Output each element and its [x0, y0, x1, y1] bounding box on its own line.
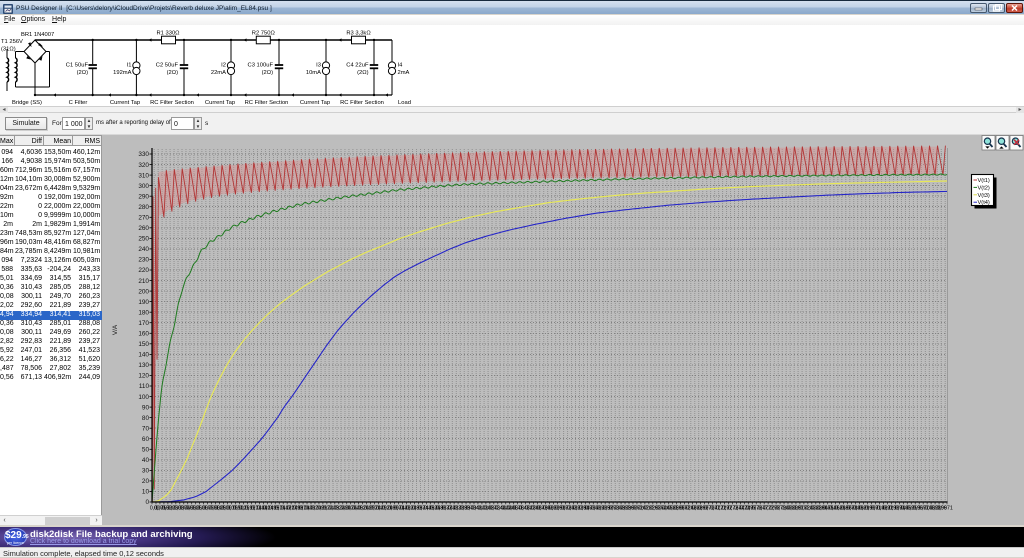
svg-text:130: 130 — [138, 362, 149, 369]
svg-text:170: 170 — [138, 320, 149, 327]
svg-text:320: 320 — [138, 162, 149, 169]
svg-text:110: 110 — [139, 383, 150, 390]
svg-text:R3 3,3kΩ: R3 3,3kΩ — [346, 31, 371, 37]
svg-text:V(t2): V(t2) — [978, 185, 990, 191]
svg-text:20: 20 — [142, 478, 150, 485]
svg-text:280: 280 — [138, 204, 149, 211]
svg-text:R2 750Ω: R2 750Ω — [252, 31, 276, 37]
svg-text:200: 200 — [138, 288, 149, 295]
svg-text:(2Ω): (2Ω) — [357, 70, 368, 76]
svg-text:I2: I2 — [221, 63, 226, 69]
svg-text:210: 210 — [138, 278, 149, 285]
svg-text:BR1 1N4007: BR1 1N4007 — [21, 32, 54, 38]
svg-text:R1 330Ω: R1 330Ω — [156, 31, 180, 37]
svg-text:50: 50 — [142, 447, 150, 454]
svg-text:270: 270 — [138, 215, 149, 222]
svg-text:(2Ω): (2Ω) — [262, 70, 273, 76]
svg-text:140: 140 — [138, 352, 149, 359]
svg-text:C3 100uF: C3 100uF — [248, 63, 274, 69]
svg-text:300: 300 — [138, 183, 149, 190]
svg-text:90: 90 — [142, 404, 150, 411]
svg-text:V(t3): V(t3) — [978, 193, 990, 199]
svg-text:190: 190 — [138, 299, 149, 306]
svg-text:180: 180 — [138, 309, 149, 316]
svg-text:I3: I3 — [316, 63, 321, 69]
svg-text:220: 220 — [138, 267, 149, 274]
svg-text:V(t1): V(t1) — [978, 178, 990, 184]
svg-text:160: 160 — [138, 331, 149, 338]
svg-text:150: 150 — [138, 341, 149, 348]
svg-text:V(t4): V(t4) — [978, 200, 990, 206]
svg-text:330: 330 — [138, 151, 149, 158]
svg-text:(2Ω): (2Ω) — [77, 70, 88, 76]
svg-text:230: 230 — [138, 257, 149, 264]
svg-text:10: 10 — [142, 489, 150, 496]
svg-text:T1 256V: T1 256V — [1, 39, 23, 45]
svg-text:120: 120 — [138, 373, 149, 380]
svg-text:310: 310 — [138, 172, 149, 179]
svg-text:250: 250 — [138, 236, 149, 243]
svg-text:192mA: 192mA — [113, 70, 132, 76]
svg-text:2mA: 2mA — [398, 70, 410, 76]
svg-text:22mA: 22mA — [211, 70, 226, 76]
svg-text:80: 80 — [142, 415, 150, 422]
svg-text:I4: I4 — [398, 63, 404, 69]
svg-text:290: 290 — [138, 193, 149, 200]
svg-text:30: 30 — [142, 468, 150, 475]
svg-text:(2Ω): (2Ω) — [167, 70, 178, 76]
svg-text:V/A: V/A — [112, 324, 119, 335]
svg-text:I1: I1 — [127, 63, 132, 69]
svg-text:(31Ω): (31Ω) — [1, 47, 16, 53]
svg-text:C4 22uF: C4 22uF — [346, 63, 369, 69]
svg-text:100: 100 — [138, 394, 149, 401]
svg-text:70: 70 — [142, 425, 150, 432]
svg-text:60: 60 — [142, 436, 150, 443]
svg-text:40: 40 — [142, 457, 150, 464]
svg-text:C1 50uF: C1 50uF — [66, 63, 89, 69]
svg-text:10mA: 10mA — [306, 70, 321, 76]
svg-text:260: 260 — [138, 225, 149, 232]
svg-text:240: 240 — [138, 246, 149, 253]
svg-text:C2 50uF: C2 50uF — [156, 63, 179, 69]
svg-text:0,9971: 0,9971 — [936, 505, 953, 511]
